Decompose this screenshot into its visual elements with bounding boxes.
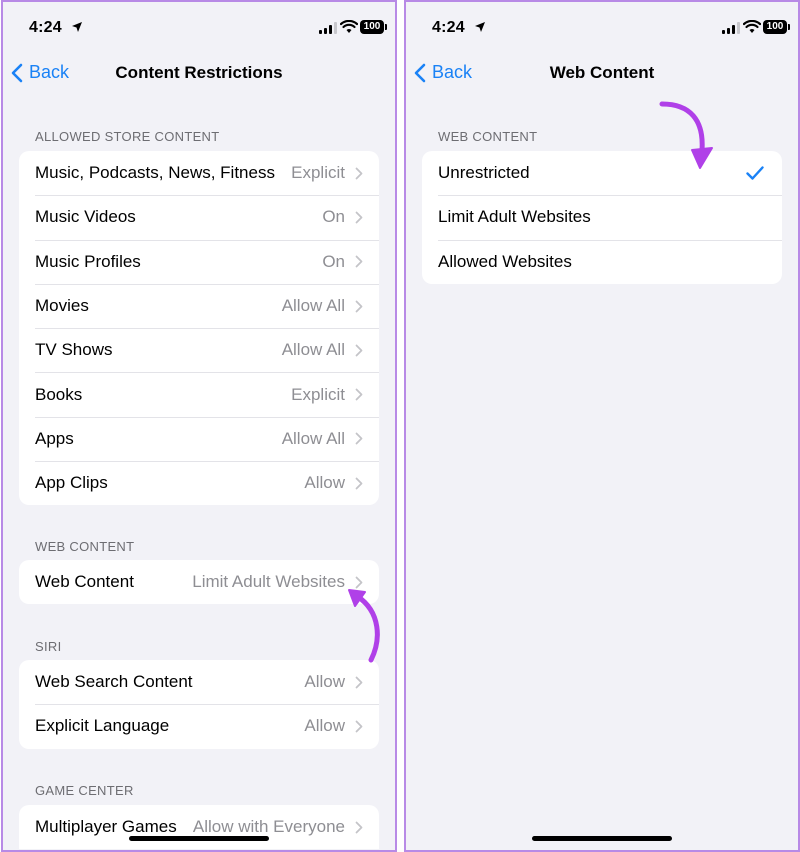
row-value: Allow	[304, 716, 345, 736]
home-indicator	[532, 836, 672, 841]
location-arrow-icon	[475, 22, 485, 32]
option-allowed-websites[interactable]: Allowed Websites	[422, 239, 782, 284]
web-content-screen: 4:24 100 Back Web Content WEB CONTENT Un…	[404, 0, 800, 852]
chevron-right-icon	[355, 255, 363, 268]
row-label: Music, Podcasts, News, Fitness	[35, 163, 275, 183]
row-value: Allow All	[281, 296, 345, 316]
chevron-right-icon	[355, 211, 363, 224]
row-apps[interactable]: Apps Allow All	[19, 416, 379, 461]
checkmark-icon	[746, 166, 764, 180]
chevron-right-icon	[355, 344, 363, 357]
row-label: Music Profiles	[35, 251, 141, 271]
row-movies[interactable]: Movies Allow All	[19, 283, 379, 328]
chevron-right-icon	[355, 167, 363, 180]
option-label: Limit Adult Websites	[438, 207, 591, 227]
row-label: Web Content	[35, 572, 134, 592]
row-label: App Clips	[35, 473, 108, 493]
row-label: Explicit Language	[35, 716, 170, 736]
home-indicator	[129, 836, 269, 841]
row-label: Web Search Content	[35, 672, 193, 692]
chevron-right-icon	[355, 720, 363, 733]
page-title: Content Restrictions	[115, 63, 283, 82]
row-value: On	[322, 251, 345, 271]
section-header-siri: SIRI	[35, 639, 62, 654]
location-arrow-icon	[72, 22, 82, 32]
row-books[interactable]: Books Explicit	[19, 372, 379, 416]
row-value: Allow All	[281, 340, 345, 360]
navigation-bar: Back Web Content	[406, 54, 798, 94]
row-web-content[interactable]: Web Content Limit Adult Websites	[19, 560, 379, 604]
wifi-icon	[743, 20, 761, 33]
content-restrictions-screen: 4:24 100 Back Content Restrictions ALLOW…	[1, 0, 397, 852]
page-title: Web Content	[549, 63, 655, 82]
row-value: Limit Adult Websites	[192, 572, 345, 592]
row-value: Explicit	[291, 384, 345, 404]
navigation-bar: Back Content Restrictions	[3, 54, 395, 94]
row-value: Allow	[304, 473, 345, 493]
row-music-podcasts-news-fitness[interactable]: Music, Podcasts, News, Fitness Explicit	[19, 151, 379, 195]
annotation-arrow-icon	[348, 589, 380, 663]
row-value: Allow All	[281, 428, 345, 448]
row-label: Music Videos	[35, 207, 136, 227]
row-music-profiles[interactable]: Music Profiles On	[19, 239, 379, 284]
row-web-search-content[interactable]: Web Search Content Allow	[19, 660, 379, 704]
status-bar: 4:24 100	[3, 2, 395, 54]
option-unrestricted[interactable]: Unrestricted	[422, 151, 782, 195]
game-center-group: Multiplayer Games Allow with Everyone	[19, 805, 379, 850]
web-content-options-group: Unrestricted Limit Adult Websites Allowe…	[422, 151, 782, 284]
row-music-videos[interactable]: Music Videos On	[19, 195, 379, 239]
status-time: 4:24	[29, 19, 62, 36]
row-label: TV Shows	[35, 340, 113, 360]
battery-indicator: 100	[763, 20, 790, 34]
battery-indicator: 100	[360, 20, 387, 34]
row-label: Movies	[35, 296, 89, 316]
web-content-group: Web Content Limit Adult Websites	[19, 560, 379, 605]
row-label: Apps	[35, 428, 74, 448]
section-header-web-content: WEB CONTENT	[35, 539, 135, 554]
status-bar: 4:24 100	[406, 2, 798, 54]
section-header-allowed-store-content: ALLOWED STORE CONTENT	[35, 129, 220, 144]
status-time: 4:24	[432, 19, 465, 36]
chevron-right-icon	[355, 477, 363, 490]
allowed-store-content-group: Music, Podcasts, News, Fitness Explicit …	[19, 151, 379, 506]
wifi-icon	[340, 20, 358, 33]
row-value: Explicit	[291, 163, 345, 183]
row-value: Allow with Everyone	[192, 817, 345, 837]
row-app-clips[interactable]: App Clips Allow	[19, 461, 379, 505]
chevron-right-icon	[355, 300, 363, 312]
chevron-right-icon	[355, 388, 363, 401]
siri-group: Web Search Content Allow Explicit Langua…	[19, 660, 379, 749]
section-header-web-content: WEB CONTENT	[438, 129, 538, 144]
chevron-right-icon	[355, 821, 363, 834]
row-tv-shows[interactable]: TV Shows Allow All	[19, 328, 379, 372]
chevron-right-icon	[355, 676, 363, 689]
cellular-signal-icon	[722, 22, 740, 34]
row-label: Multiplayer Games	[35, 817, 177, 837]
chevron-right-icon	[355, 433, 363, 445]
annotation-arrow-icon	[659, 101, 713, 169]
row-multiplayer-games[interactable]: Multiplayer Games Allow with Everyone	[19, 805, 379, 849]
option-limit-adult-websites[interactable]: Limit Adult Websites	[422, 195, 782, 239]
row-value: Allow	[304, 672, 345, 692]
section-header-game-center: GAME CENTER	[35, 783, 134, 798]
row-explicit-language[interactable]: Explicit Language Allow	[19, 704, 379, 748]
option-label: Allowed Websites	[438, 251, 572, 271]
row-value: On	[322, 207, 345, 227]
cellular-signal-icon	[319, 22, 337, 34]
row-label: Books	[35, 384, 83, 404]
